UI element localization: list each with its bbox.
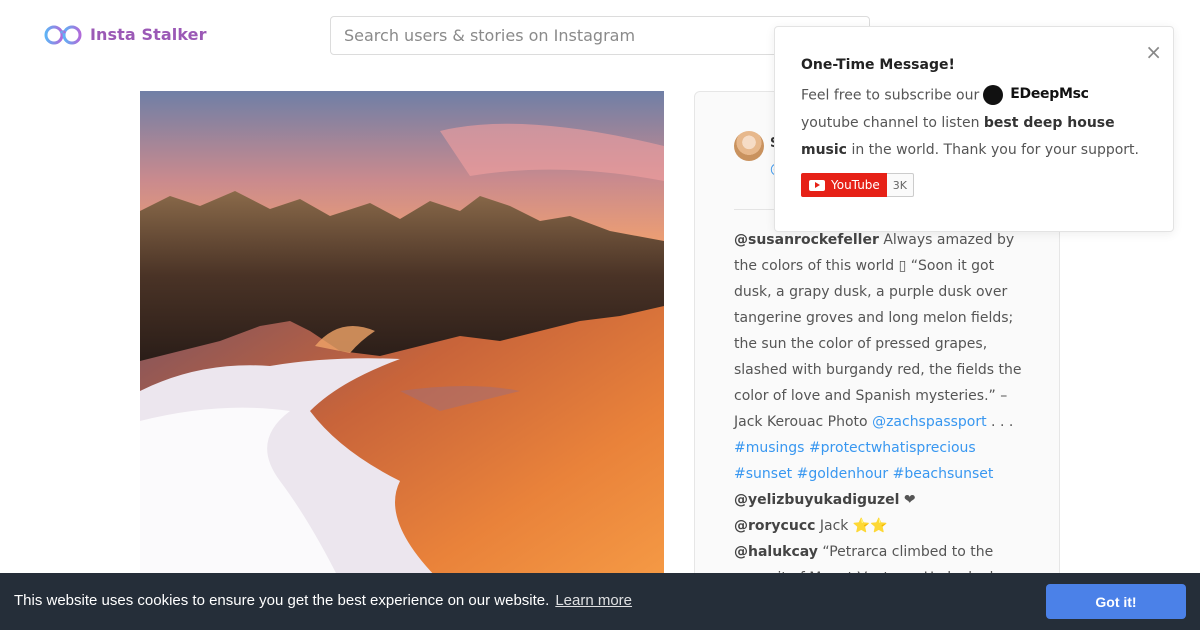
- list-item: @susanrockefeller Always amazed by the c…: [734, 227, 1034, 487]
- youtube-button[interactable]: YouTube: [801, 173, 887, 197]
- close-icon[interactable]: ×: [1145, 42, 1162, 62]
- glasses-logo-icon: [44, 25, 82, 45]
- logo-text: Insta Stalker: [90, 24, 207, 44]
- comment-user[interactable]: @susanrockefeller: [734, 232, 879, 248]
- subscriber-count: 3K: [886, 173, 915, 197]
- hashtag-link[interactable]: #sunset: [734, 466, 792, 482]
- youtube-label: YouTube: [831, 178, 880, 192]
- comment-text: . . .: [986, 414, 1014, 430]
- cookie-text: This website uses cookies to ensure you …: [14, 592, 550, 609]
- comment-mention[interactable]: @zachspassport: [872, 414, 987, 430]
- youtube-subscribe[interactable]: YouTube 3K: [801, 173, 915, 197]
- comment-text: Always amazed by the colors of this worl…: [734, 232, 1022, 430]
- site-logo[interactable]: Insta Stalker: [44, 22, 207, 46]
- popup-text: youtube channel to listen: [801, 114, 980, 131]
- comment-text: ❤: [899, 492, 916, 508]
- cookie-message: This website uses cookies to ensure you …: [14, 592, 632, 609]
- popup-body: Feel free to subscribe our EDeepMsc youtub…: [801, 82, 1151, 164]
- comment-list: @susanrockefeller Always amazed by the c…: [734, 227, 1034, 591]
- comment-user[interactable]: @halukcay: [734, 544, 818, 560]
- popup-text: Feel free to subscribe our: [801, 87, 980, 104]
- list-item: @yelizbuyukadiguzel ❤: [734, 487, 1034, 513]
- channel-logo-icon: [983, 84, 1004, 105]
- comment-user[interactable]: @rorycucc: [734, 518, 815, 534]
- youtube-play-icon: [809, 179, 825, 191]
- channel-name: EDeepMsc: [1010, 86, 1089, 102]
- learn-more-link[interactable]: Learn more: [555, 592, 632, 609]
- hashtag-link[interactable]: #beachsunset: [893, 466, 994, 482]
- channel-badge[interactable]: EDeepMsc: [983, 81, 1089, 108]
- cookie-banner: This website uses cookies to ensure you …: [0, 573, 1200, 630]
- hashtag-link[interactable]: #goldenhour: [797, 466, 889, 482]
- list-item: @rorycucc Jack ⭐⭐: [734, 513, 1034, 539]
- post-image: [140, 91, 664, 581]
- user-avatar[interactable]: [734, 131, 764, 161]
- comment-user[interactable]: @yelizbuyukadiguzel: [734, 492, 899, 508]
- message-popup: × One-Time Message! Feel free to subscri…: [774, 26, 1174, 232]
- popup-title: One-Time Message!: [801, 57, 955, 73]
- hashtag-link[interactable]: #musings: [734, 440, 804, 456]
- comment-text: Jack ⭐⭐: [815, 518, 888, 534]
- accept-cookies-button[interactable]: Got it!: [1046, 584, 1186, 619]
- hashtag-link[interactable]: #protectwhatisprecious: [809, 440, 976, 456]
- popup-text: in the world. Thank you for your support…: [851, 141, 1139, 158]
